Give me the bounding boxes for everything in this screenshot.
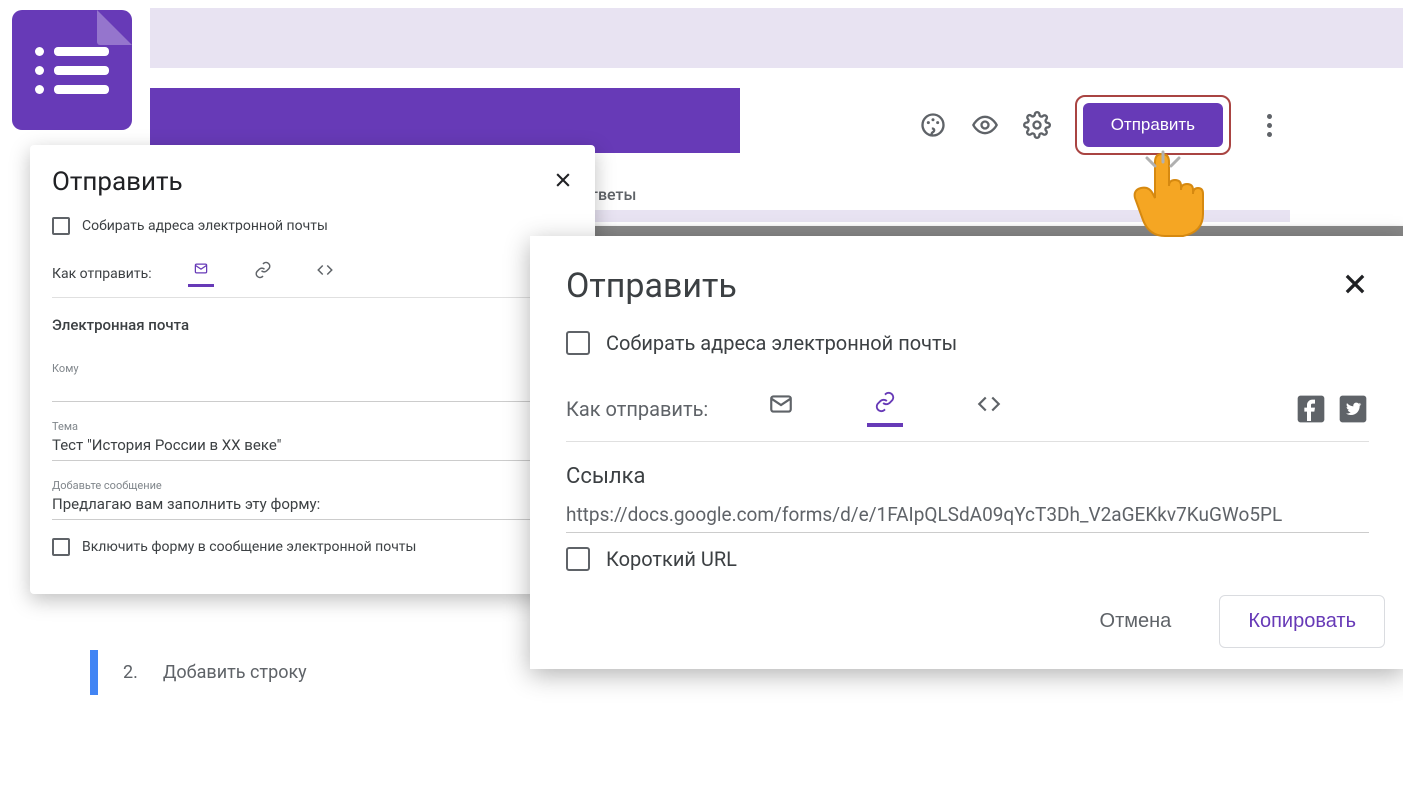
to-label: Кому xyxy=(52,362,573,375)
send-button[interactable]: Отправить xyxy=(1083,103,1223,147)
forms-logo xyxy=(12,10,132,130)
copy-button[interactable]: Копировать xyxy=(1219,595,1385,648)
step-row: 2. Добавить строку xyxy=(90,650,307,695)
collect-emails-checkbox[interactable] xyxy=(566,331,590,355)
message-label: Добавьте сообщение xyxy=(52,479,573,492)
palette-icon[interactable] xyxy=(919,111,947,139)
dialog-title: Отправить xyxy=(52,167,183,197)
tab-text-remnant: тветы xyxy=(590,185,636,204)
step-accent-bar xyxy=(90,650,98,695)
send-via-embed-tab[interactable] xyxy=(971,391,1007,427)
include-form-label: Включить форму в сообщение электронной п… xyxy=(82,539,416,555)
email-section-heading: Электронная почта xyxy=(52,298,573,344)
message-field[interactable]: Добавьте сообщение Предлагаю вам заполни… xyxy=(52,461,573,520)
send-dialog-link: Отправить Собирать адреса электронной по… xyxy=(530,236,1403,669)
send-via-embed-tab[interactable] xyxy=(312,261,338,287)
subject-label: Тема xyxy=(52,420,573,433)
dialog-title: Отправить xyxy=(566,266,737,306)
collect-emails-label: Собирать адреса электронной почты xyxy=(606,331,957,355)
facebook-icon[interactable] xyxy=(1295,393,1327,425)
subject-field[interactable]: Тема Тест "История России в XX веке" xyxy=(52,402,573,461)
how-send-label: Как отправить: xyxy=(52,266,152,282)
short-url-label: Короткий URL xyxy=(606,547,737,571)
dialog-shadow-top xyxy=(530,226,1403,236)
step-number: 2. xyxy=(123,662,138,683)
include-form-checkbox[interactable] xyxy=(52,538,70,556)
collect-emails-checkbox[interactable] xyxy=(52,217,70,235)
link-url-field[interactable]: https://docs.google.com/forms/d/e/1FAIpQ… xyxy=(566,503,1369,533)
twitter-icon[interactable] xyxy=(1337,393,1369,425)
cancel-button[interactable]: Отмена xyxy=(1082,598,1190,645)
more-icon[interactable] xyxy=(1255,111,1283,139)
close-icon[interactable] xyxy=(553,167,573,197)
collect-emails-label: Собирать адреса электронной почты xyxy=(82,218,328,234)
how-send-label: Как отправить: xyxy=(566,397,708,421)
close-icon[interactable] xyxy=(1341,270,1369,302)
send-dialog-email: Отправить Собирать адреса электронной по… xyxy=(30,145,595,594)
short-url-checkbox[interactable] xyxy=(566,547,590,571)
link-section-heading: Ссылка xyxy=(566,442,1369,503)
send-button-highlight: Отправить xyxy=(1075,95,1231,155)
cursor-hand-pointer xyxy=(1125,150,1207,246)
send-via-email-tab[interactable] xyxy=(763,391,799,427)
step-text: Добавить строку xyxy=(163,662,307,683)
form-header-bar xyxy=(150,88,740,153)
send-via-email-tab[interactable] xyxy=(188,261,214,287)
decorative-top-band xyxy=(150,8,1403,68)
to-field[interactable]: Кому xyxy=(52,344,573,402)
settings-icon[interactable] xyxy=(1023,111,1051,139)
send-via-link-tab[interactable] xyxy=(250,261,276,287)
preview-icon[interactable] xyxy=(971,111,999,139)
send-via-link-tab[interactable] xyxy=(867,391,903,427)
